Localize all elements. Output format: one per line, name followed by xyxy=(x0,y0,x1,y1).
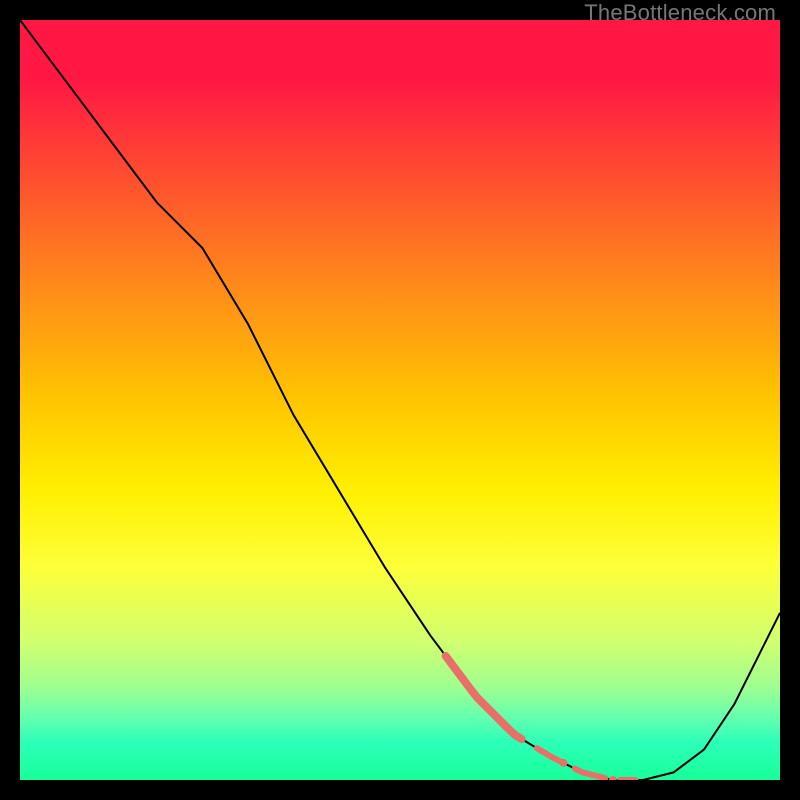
chart-container: TheBottleneck.com xyxy=(0,0,800,800)
plot-gradient-background xyxy=(20,20,780,780)
watermark-text: TheBottleneck.com xyxy=(584,0,776,26)
